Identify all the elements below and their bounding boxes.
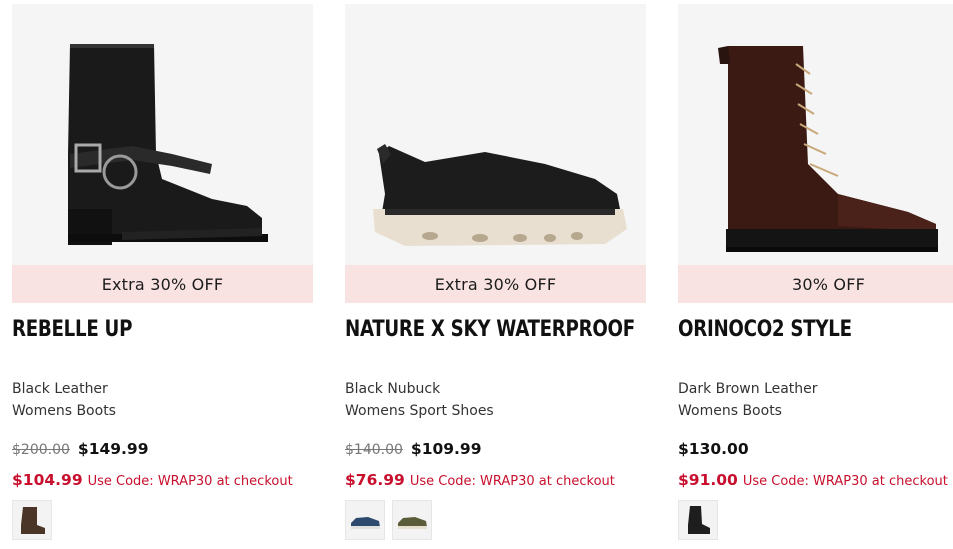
shoe-image [373,144,627,246]
color-swatches [345,500,432,540]
boot-image [68,44,268,245]
swatch-boot-icon [21,507,45,534]
product-name[interactable]: REBELLE UP [12,317,289,351]
color-swatches [678,500,718,540]
original-price: $140.00 [345,442,403,458]
color-swatch[interactable] [345,500,385,540]
product-image[interactable] [12,4,313,265]
promo-banner: Extra 30% OFF [345,265,646,303]
sale-price: $109.99 [410,440,482,458]
product-color: Black Leather [12,381,108,397]
product-name[interactable]: ORINOCO2 STYLE [678,317,953,351]
product-category: Womens Boots [12,403,116,419]
product-card[interactable]: Extra 30% OFF REBELLE UP Black Leather W… [12,4,313,549]
price-row: $140.00 $109.99 [345,440,482,458]
price-row: $200.00 $149.99 [12,440,149,458]
swatch-boot-icon [688,506,710,534]
original-price: $200.00 [12,442,70,458]
color-swatches [12,500,52,540]
promo-code-row: $91.00 Use Code: WRAP30 at checkout [678,471,948,489]
code-price: $104.99 [12,471,83,489]
product-color: Dark Brown Leather [678,381,818,397]
product-name[interactable]: NATURE X SKY WATERPROOF [345,317,635,351]
code-text: Use Code: WRAP30 at checkout [409,474,615,489]
swatch-shoe-icon [351,517,380,529]
product-image[interactable] [678,4,953,265]
color-swatch[interactable] [678,500,718,540]
sale-price: $149.99 [77,440,149,458]
price-row: $130.00 [678,440,749,458]
sale-price: $130.00 [678,440,749,458]
promo-banner: 30% OFF [678,265,953,303]
promo-banner: Extra 30% OFF [12,265,313,303]
code-price: $91.00 [678,471,738,489]
product-category: Womens Sport Shoes [345,403,494,419]
product-card[interactable]: Extra 30% OFF NATURE X SKY WATERPROOF Bl… [345,4,646,549]
boot-image [718,46,938,252]
promo-code-row: $104.99 Use Code: WRAP30 at checkout [12,471,293,489]
code-text: Use Code: WRAP30 at checkout [87,474,293,489]
product-category: Womens Boots [678,403,782,419]
code-price: $76.99 [345,471,405,489]
code-text: Use Code: WRAP30 at checkout [742,474,948,489]
color-swatch[interactable] [392,500,432,540]
product-card[interactable]: 30% OFF ORINOCO2 STYLE Dark Brown Leathe… [678,4,953,549]
promo-code-row: $76.99 Use Code: WRAP30 at checkout [345,471,615,489]
product-image[interactable] [345,4,646,265]
color-swatch[interactable] [12,500,52,540]
swatch-shoe-icon [398,517,427,529]
product-color: Black Nubuck [345,381,441,397]
